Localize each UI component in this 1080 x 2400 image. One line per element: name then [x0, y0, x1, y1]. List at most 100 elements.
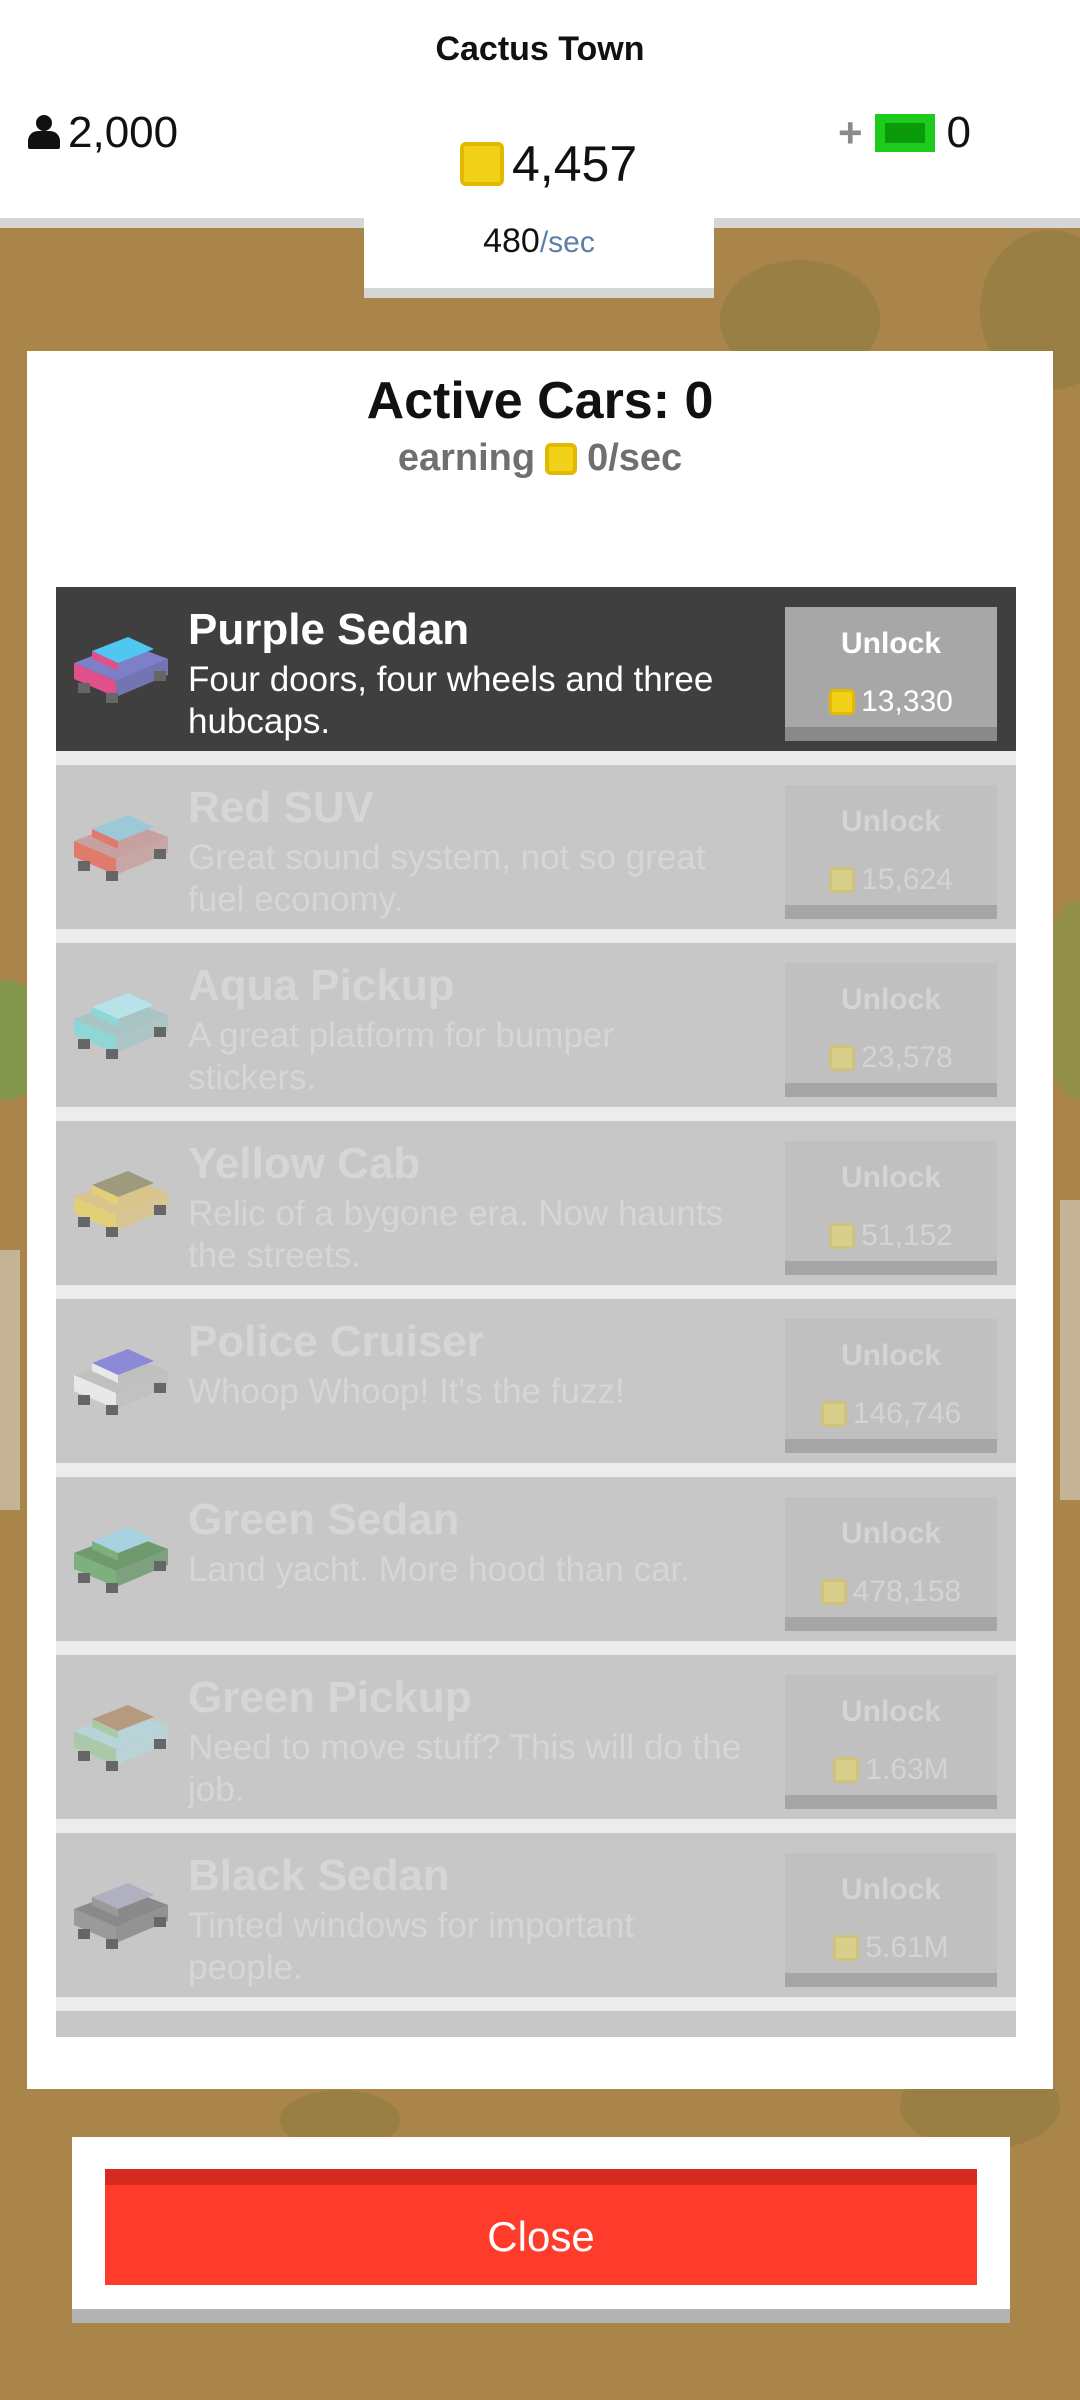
unlock-price: 23,578 — [785, 1041, 997, 1075]
car-row[interactable]: Black Sedan Tinted windows for important … — [56, 1833, 1016, 1997]
car-icon — [66, 1495, 176, 1605]
cash-value: 0 — [946, 108, 972, 157]
car-row[interactable]: Green Pickup Need to move stuff? This wil… — [56, 1655, 1016, 1819]
unlock-button[interactable]: Unlock 51,152 — [785, 1141, 997, 1273]
unlock-label: Unlock — [840, 1517, 942, 1550]
row-divider — [56, 929, 1016, 943]
cars-panel: Active Cars: 0 earning 0/sec Purple Seda… — [27, 351, 1053, 2089]
car-row[interactable]: Green Sedan Land yacht. More hood than ca… — [56, 1477, 1016, 1641]
cash-display[interactable]: + 0 — [838, 108, 971, 158]
row-divider — [56, 1285, 1016, 1299]
row-divider — [56, 1641, 1016, 1655]
rate-tab-divider — [364, 288, 714, 298]
top-hud: Cactus Town 2,000 4,457 + 0 — [0, 0, 1080, 218]
person-icon — [26, 115, 62, 151]
unlock-button[interactable]: Unlock 13,330 — [785, 607, 997, 739]
unlock-price-value: 146,746 — [852, 1397, 962, 1430]
car-row[interactable]: Red SUV Great sound system, not so great … — [56, 765, 1016, 929]
car-description: Land yacht. More hood than car. — [188, 1550, 690, 1589]
unlock-price: 51,152 — [785, 1219, 997, 1253]
unlock-label: Unlock — [840, 1695, 942, 1728]
unlock-button-shadow — [785, 1439, 997, 1453]
car-row[interactable]: Aqua Pickup A great platform for bumper s… — [56, 943, 1016, 1107]
car-icon — [66, 1317, 176, 1427]
car-description: Whoop Whoop! It's the fuzz! — [188, 1372, 625, 1411]
add-cash-button[interactable]: + — [838, 109, 863, 157]
row-divider — [56, 1107, 1016, 1121]
car-row-partial[interactable] — [56, 2011, 1016, 2037]
car-description: Relic of a bygone era. Now haunts the st… — [188, 1194, 724, 1275]
unlock-button[interactable]: Unlock 478,158 — [785, 1497, 997, 1629]
car-list[interactable]: Purple Sedan Four doors, four wheels and … — [56, 587, 1016, 2037]
coin-value: 4,457 — [512, 136, 638, 192]
unlock-price-value: 15,624 — [861, 863, 953, 896]
unlock-label: Unlock — [840, 983, 942, 1016]
active-cars-title: Active Cars: 0 — [366, 372, 714, 430]
row-divider — [56, 1997, 1016, 2011]
unlock-button[interactable]: Unlock 5.61M — [785, 1853, 997, 1985]
car-row[interactable]: Purple Sedan Four doors, four wheels and … — [56, 587, 1016, 751]
coin-icon — [460, 142, 504, 186]
unlock-button[interactable]: Unlock 23,578 — [785, 963, 997, 1095]
cash-icon — [874, 114, 935, 152]
car-row[interactable]: Police Cruiser Whoop Whoop! It's the fuzz… — [56, 1299, 1016, 1463]
unlock-label: Unlock — [840, 805, 942, 838]
unlock-price: 478,158 — [785, 1575, 997, 1609]
row-divider — [56, 1463, 1016, 1477]
population-display: 2,000 — [26, 108, 178, 158]
coin-icon — [829, 867, 856, 893]
unlock-button-shadow — [785, 1973, 997, 1987]
unlock-button[interactable]: Unlock 1.63M — [785, 1675, 997, 1807]
car-name: Green Pickup — [188, 1673, 472, 1722]
unlock-price-value: 51,152 — [861, 1219, 953, 1252]
unlock-button-shadow — [785, 1795, 997, 1809]
car-icon — [66, 961, 176, 1071]
income-rate-unit: /sec — [539, 226, 595, 259]
unlock-button-shadow — [785, 1617, 997, 1631]
coin-icon — [820, 1579, 847, 1605]
row-divider — [56, 751, 1016, 765]
car-icon — [66, 1673, 176, 1783]
unlock-button[interactable]: Unlock 146,746 — [785, 1319, 997, 1451]
coin-icon — [545, 442, 578, 475]
coin-icon — [829, 689, 856, 715]
car-name: Red SUV — [188, 783, 374, 832]
car-row[interactable]: Yellow Cab Relic of a bygone era. Now hau… — [56, 1121, 1016, 1285]
coin-icon — [829, 1045, 856, 1071]
car-name: Police Cruiser — [188, 1317, 484, 1366]
car-name: Black Sedan — [188, 1851, 450, 1900]
income-rate-tab: 480/sec — [364, 218, 714, 288]
unlock-price-value: 13,330 — [861, 685, 953, 718]
close-divider — [72, 2309, 1010, 2323]
unlock-button-shadow — [785, 727, 997, 741]
unlock-price-value: 1.63M — [865, 1753, 949, 1786]
unlock-price: 5.61M — [785, 1931, 997, 1965]
unlock-price: 1.63M — [785, 1753, 997, 1787]
unlock-price: 13,330 — [785, 685, 997, 719]
unlock-button-shadow — [785, 1261, 997, 1275]
unlock-price-value: 5.61M — [865, 1931, 949, 1964]
unlock-label: Unlock — [840, 1161, 942, 1194]
unlock-price-value: 478,158 — [852, 1575, 962, 1608]
car-icon — [66, 1851, 176, 1961]
car-name: Green Sedan — [188, 1495, 460, 1544]
unlock-label: Unlock — [840, 1339, 942, 1372]
car-name: Yellow Cab — [188, 1139, 421, 1188]
earning-label: earning — [397, 437, 536, 479]
car-icon — [66, 605, 176, 715]
car-icon — [66, 1139, 176, 1249]
unlock-button[interactable]: Unlock 15,624 — [785, 785, 997, 917]
coin-icon — [833, 1757, 860, 1783]
close-container: Close — [72, 2137, 1010, 2309]
earning-line: earning 0/sec — [27, 437, 1053, 480]
unlock-label: Unlock — [840, 627, 942, 660]
car-description: Need to move stuff? This will do the job… — [188, 1728, 742, 1809]
coin-icon — [833, 1935, 860, 1961]
car-description: Tinted windows for important people. — [188, 1906, 635, 1987]
row-divider — [56, 1819, 1016, 1833]
unlock-price: 15,624 — [785, 863, 997, 897]
close-button[interactable]: Close — [105, 2169, 977, 2285]
unlock-button-shadow — [785, 1083, 997, 1097]
car-icon — [66, 783, 176, 893]
town-name: Cactus Town — [435, 30, 645, 68]
